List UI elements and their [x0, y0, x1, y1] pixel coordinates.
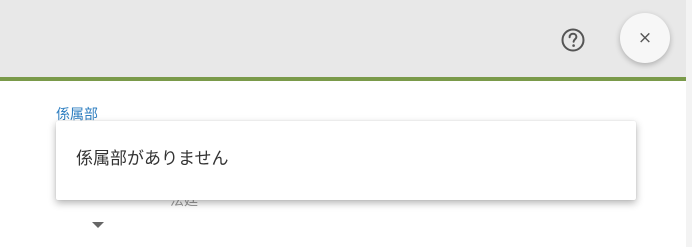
modal-frame: × 係属部 法廷 係属部がありません [0, 0, 692, 247]
scrollbar[interactable] [686, 0, 692, 247]
dropdown-empty-message: 係属部がありません [76, 149, 229, 169]
close-icon: × [637, 27, 653, 48]
close-button[interactable]: × [620, 13, 670, 63]
question-circle-icon [561, 28, 585, 52]
help-button[interactable] [560, 27, 586, 53]
caret-down-icon[interactable] [92, 222, 104, 228]
department-dropdown-panel: 係属部がありません [56, 121, 636, 200]
header-accent-line [0, 77, 686, 81]
